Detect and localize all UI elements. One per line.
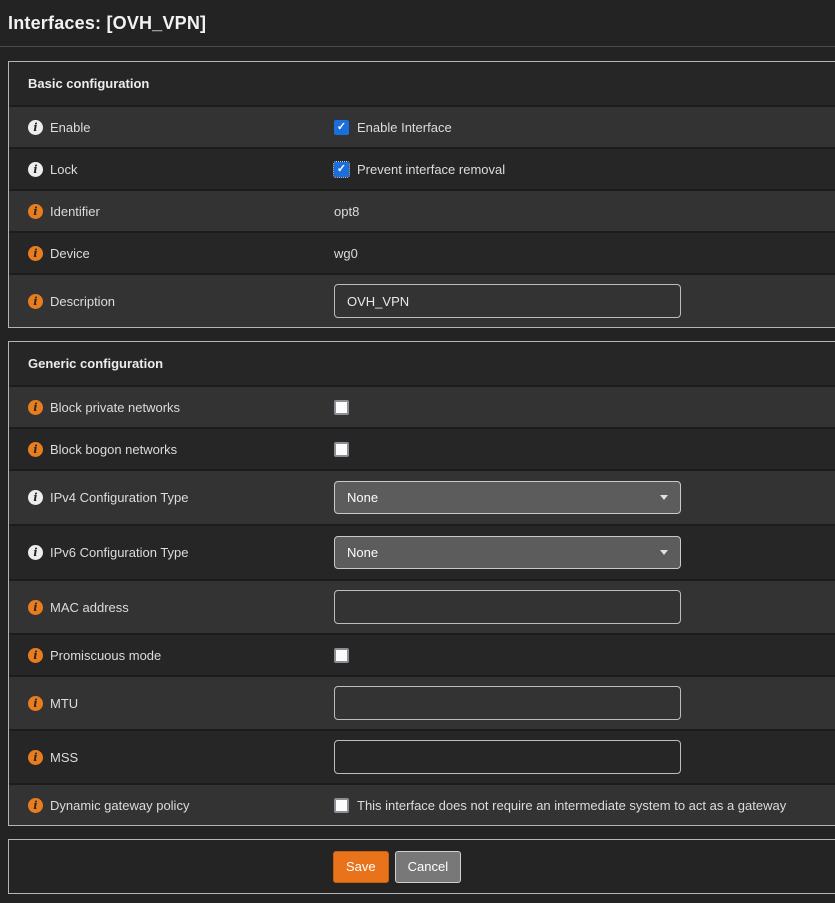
- ipv6-configuration-type-select[interactable]: None: [334, 536, 681, 569]
- checkbox-label: Enable Interface: [357, 120, 452, 135]
- form-row-dynamic-gateway-policy: i Dynamic gateway policy This interface do…: [9, 783, 835, 825]
- form-row-mtu: i MTU: [9, 675, 835, 729]
- select-value: None: [347, 545, 378, 560]
- select-value: None: [347, 490, 378, 505]
- row-label: Block private networks: [50, 400, 180, 415]
- footer-panel: Save Cancel: [8, 839, 835, 894]
- row-label: IPv4 Configuration Type: [50, 490, 189, 505]
- checkbox-label: Prevent interface removal: [357, 162, 505, 177]
- checkbox-label: This interface does not require an inter…: [357, 798, 786, 813]
- form-row-enable: i Enable ✓ Enable Interface: [9, 105, 835, 147]
- enable-checkbox[interactable]: ✓: [334, 120, 349, 135]
- promiscuous-mode-checkbox[interactable]: [334, 648, 349, 663]
- info-circle-icon[interactable]: i: [28, 442, 43, 457]
- row-label: Promiscuous mode: [50, 648, 161, 663]
- lock-checkbox[interactable]: ✓: [334, 162, 349, 177]
- info-circle-icon[interactable]: i: [28, 204, 43, 219]
- cancel-button[interactable]: Cancel: [395, 851, 461, 883]
- info-circle-icon[interactable]: i: [28, 490, 43, 505]
- block-bogon-networks-checkbox[interactable]: [334, 442, 349, 457]
- row-label: Block bogon networks: [50, 442, 177, 457]
- info-circle-icon[interactable]: i: [28, 750, 43, 765]
- panel-title: Basic configuration: [9, 62, 835, 105]
- ipv4-configuration-type-select[interactable]: None: [334, 481, 681, 514]
- row-label: MAC address: [50, 600, 129, 615]
- form-row-mss: i MSS: [9, 729, 835, 783]
- panel-basic-configuration: Basic configuration i Enable ✓ Enable Interf…: [8, 61, 835, 328]
- form-panels: Basic configuration i Enable ✓ Enable Interf…: [0, 61, 835, 826]
- info-circle-icon[interactable]: i: [28, 246, 43, 261]
- description-input[interactable]: [334, 284, 681, 318]
- form-row-ipv6-configuration-type: i IPv6 Configuration Type None: [9, 524, 835, 579]
- info-circle-icon[interactable]: i: [28, 545, 43, 560]
- chevron-down-icon: [660, 495, 668, 500]
- row-label: Lock: [50, 162, 77, 177]
- form-row-block-private-networks: i Block private networks: [9, 385, 835, 427]
- form-row-device: i Device wg0: [9, 231, 835, 273]
- dynamic-gateway-policy-checkbox[interactable]: [334, 798, 349, 813]
- page-title: Interfaces: [OVH_VPN]: [0, 0, 835, 34]
- row-label: Description: [50, 294, 115, 309]
- identifier-value: opt8: [334, 204, 359, 219]
- info-circle-icon[interactable]: i: [28, 798, 43, 813]
- row-label: MTU: [50, 696, 78, 711]
- info-circle-icon[interactable]: i: [28, 400, 43, 415]
- row-label: Identifier: [50, 204, 100, 219]
- title-divider: [0, 46, 835, 47]
- device-value: wg0: [334, 246, 358, 261]
- panel-title: Generic configuration: [9, 342, 835, 385]
- row-label: IPv6 Configuration Type: [50, 545, 189, 560]
- row-label: Device: [50, 246, 90, 261]
- form-row-lock: i Lock ✓ Prevent interface removal: [9, 147, 835, 189]
- row-label: Dynamic gateway policy: [50, 798, 189, 813]
- info-circle-icon[interactable]: i: [28, 696, 43, 711]
- panel-generic-configuration: Generic configuration i Block private netw…: [8, 341, 835, 826]
- row-label: Enable: [50, 120, 90, 135]
- form-row-promiscuous-mode: i Promiscuous mode: [9, 633, 835, 675]
- form-row-identifier: i Identifier opt8: [9, 189, 835, 231]
- mtu-input[interactable]: [334, 686, 681, 720]
- info-circle-icon[interactable]: i: [28, 648, 43, 663]
- form-row-ipv4-configuration-type: i IPv4 Configuration Type None: [9, 469, 835, 524]
- info-circle-icon[interactable]: i: [28, 294, 43, 309]
- info-circle-icon[interactable]: i: [28, 162, 43, 177]
- save-button[interactable]: Save: [333, 851, 389, 883]
- info-circle-icon[interactable]: i: [28, 120, 43, 135]
- block-private-networks-checkbox[interactable]: [334, 400, 349, 415]
- row-label: MSS: [50, 750, 78, 765]
- form-row-block-bogon-networks: i Block bogon networks: [9, 427, 835, 469]
- info-circle-icon[interactable]: i: [28, 600, 43, 615]
- form-row-mac-address: i MAC address: [9, 579, 835, 633]
- form-row-description: i Description: [9, 273, 835, 327]
- chevron-down-icon: [660, 550, 668, 555]
- mac-address-input[interactable]: [334, 590, 681, 624]
- mss-input[interactable]: [334, 740, 681, 774]
